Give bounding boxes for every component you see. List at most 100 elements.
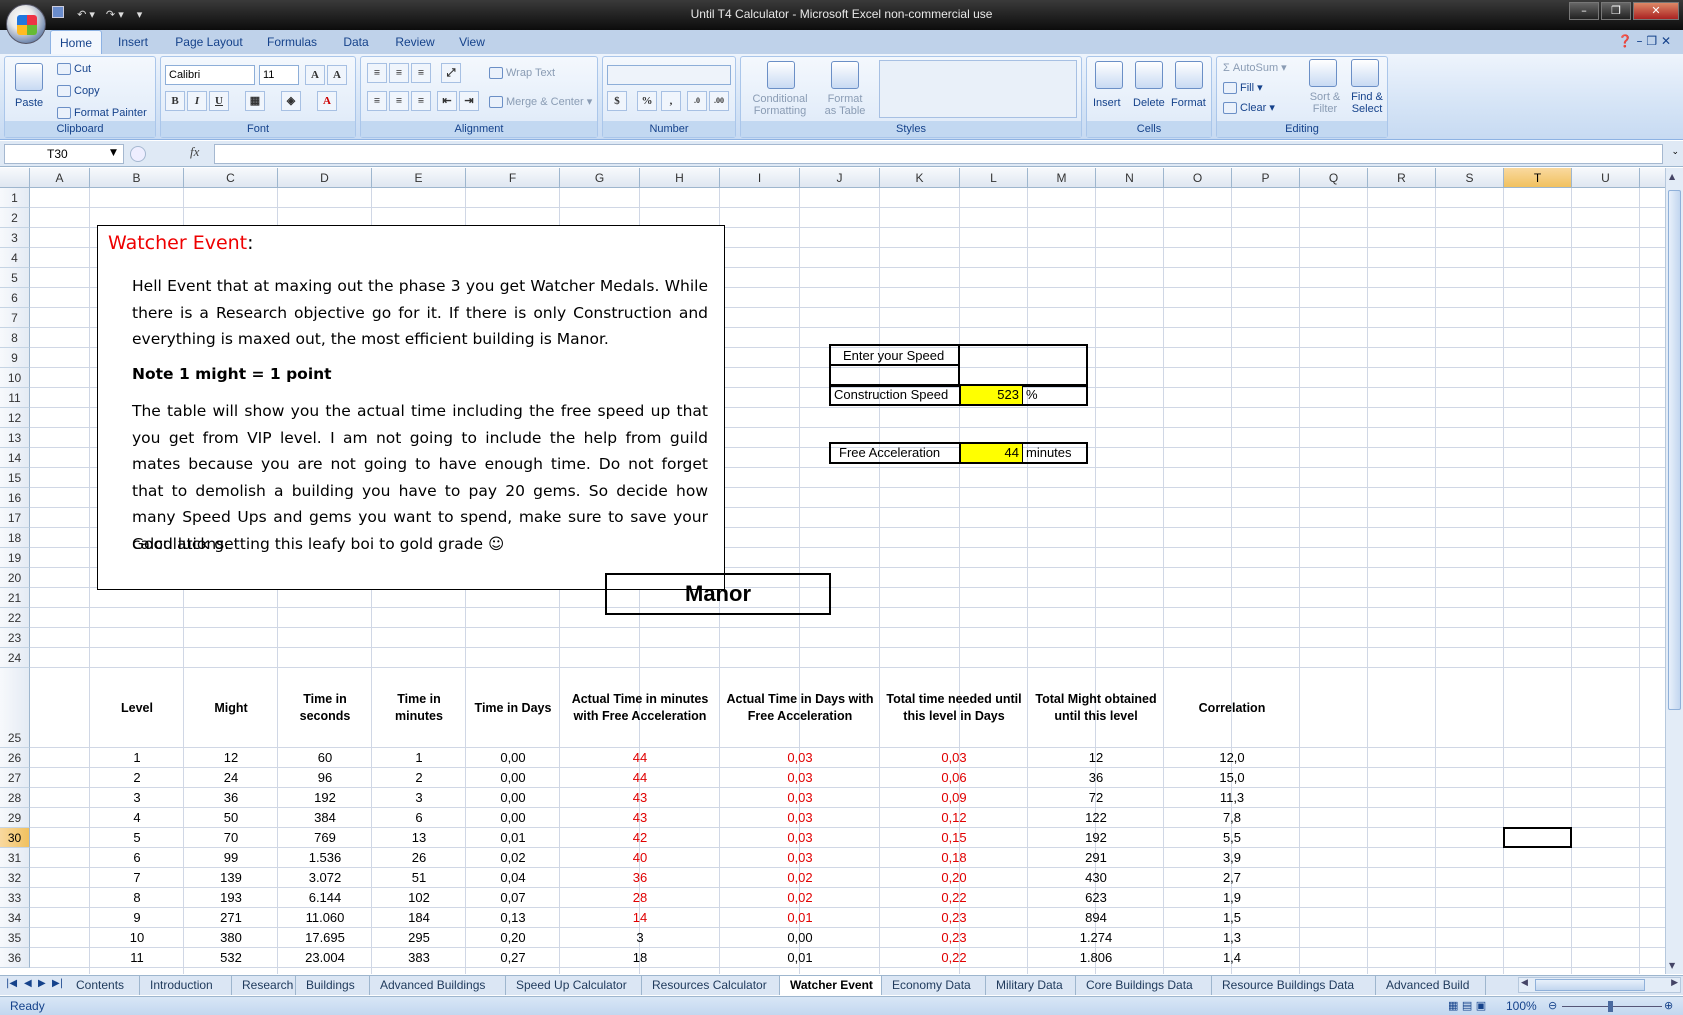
horizontal-scroll-thumb[interactable] (1535, 979, 1645, 991)
scroll-left-icon[interactable]: ◀ (1521, 978, 1528, 988)
fill-button[interactable]: Fill ▾ (1223, 81, 1263, 95)
table-cell[interactable]: 102 (372, 888, 466, 908)
table-cell[interactable]: 50 (184, 808, 278, 828)
paste-button[interactable]: Paste (15, 97, 43, 109)
binoculars-icon[interactable] (1351, 59, 1379, 87)
row-header-21[interactable]: 21 (0, 588, 30, 608)
column-header-n[interactable]: N (1096, 168, 1164, 188)
column-header-b[interactable]: B (90, 168, 184, 188)
table-cell[interactable]: 23.004 (278, 948, 372, 968)
wrap-text-button[interactable]: Wrap Text (489, 67, 555, 80)
row-header-17[interactable]: 17 (0, 508, 30, 528)
table-cell[interactable]: 12,0 (1164, 748, 1300, 768)
table-cell[interactable]: 0,02 (466, 848, 560, 868)
table-cell[interactable]: 271 (184, 908, 278, 928)
next-sheet-icon[interactable]: ▶ (38, 978, 46, 989)
table-cell[interactable]: 11.060 (278, 908, 372, 928)
comma-icon[interactable]: , (661, 91, 681, 111)
insert-cells-button[interactable]: Insert (1093, 97, 1121, 109)
sheet-tab[interactable]: Resource Buildings Data (1212, 976, 1376, 995)
table-cell[interactable]: 8 (90, 888, 184, 908)
align-left-icon[interactable]: ≡ (367, 91, 387, 111)
table-cell[interactable]: 17.695 (278, 928, 372, 948)
redo-icon[interactable]: ↷ ▾ (106, 9, 124, 21)
delete-cells-button[interactable]: Delete (1133, 97, 1165, 109)
row-header-7[interactable]: 7 (0, 308, 30, 328)
table-cell[interactable]: 383 (372, 948, 466, 968)
table-cell[interactable]: 14 (560, 908, 720, 928)
number-format-combo[interactable] (607, 65, 731, 85)
formula-input[interactable] (214, 144, 1663, 164)
table-cell[interactable]: 291 (1028, 848, 1164, 868)
undo-icon[interactable]: ↶ ▾ (77, 9, 95, 21)
table-cell[interactable]: 43 (560, 788, 720, 808)
table-cell[interactable]: 0,02 (720, 888, 880, 908)
borders-icon[interactable]: ▦ (245, 91, 265, 111)
table-cell[interactable]: 3.072 (278, 868, 372, 888)
last-sheet-icon[interactable]: ▶| (52, 978, 63, 989)
align-middle-icon[interactable]: ≡ (389, 63, 409, 83)
fill-color-icon[interactable]: ◈ (281, 91, 301, 111)
sheet-tab[interactable]: Watcher Event (780, 976, 882, 995)
table-cell[interactable]: 1 (372, 748, 466, 768)
row-header-6[interactable]: 6 (0, 288, 30, 308)
table-cell[interactable]: 0,18 (880, 848, 1028, 868)
insert-function-button[interactable]: fx (190, 144, 199, 160)
format-cells-icon[interactable] (1175, 61, 1203, 89)
table-cell[interactable]: 0,03 (720, 828, 880, 848)
row-header-36[interactable]: 36 (0, 948, 30, 968)
table-cell[interactable]: 12 (1028, 748, 1164, 768)
table-cell[interactable]: 0,03 (720, 748, 880, 768)
zoom-in-icon[interactable]: ⊕ (1664, 999, 1673, 1012)
increase-indent-icon[interactable]: ⇥ (459, 91, 479, 111)
table-cell[interactable]: 0,03 (720, 788, 880, 808)
table-cell[interactable]: 1.806 (1028, 948, 1164, 968)
construction-speed-input[interactable]: 523 (959, 386, 1023, 404)
delete-cells-icon[interactable] (1135, 61, 1163, 89)
worksheet[interactable]: ABCDEFGHIJKLMNOPQRSTUVW 1234567891011121… (0, 168, 1665, 974)
table-cell[interactable]: 4 (90, 808, 184, 828)
table-cell[interactable]: 7 (90, 868, 184, 888)
table-cell[interactable]: 1.536 (278, 848, 372, 868)
table-cell[interactable]: 44 (560, 748, 720, 768)
table-cell[interactable]: 44 (560, 768, 720, 788)
table-cell[interactable]: 9 (90, 908, 184, 928)
row-header-27[interactable]: 27 (0, 768, 30, 788)
table-cell[interactable]: 430 (1028, 868, 1164, 888)
zoom-out-icon[interactable]: ⊖ (1548, 999, 1557, 1012)
shrink-font-button[interactable]: A (327, 65, 347, 85)
table-cell[interactable]: 13 (372, 828, 466, 848)
formula-cancel-icon[interactable] (130, 146, 146, 162)
table-cell[interactable]: 11,3 (1164, 788, 1300, 808)
find-select-button[interactable]: Find & Select (1347, 91, 1387, 115)
sheet-tab[interactable]: Speed Up Calculator (506, 976, 642, 995)
table-cell[interactable]: 295 (372, 928, 466, 948)
column-header-j[interactable]: J (800, 168, 880, 188)
row-header-24[interactable]: 24 (0, 648, 30, 668)
format-painter-button[interactable]: Format Painter (57, 107, 147, 120)
table-cell[interactable]: 0,03 (880, 748, 1028, 768)
sheet-tab[interactable]: Advanced Build (1376, 976, 1486, 995)
increase-decimal-icon[interactable]: .0 (687, 91, 707, 111)
table-cell[interactable]: 192 (1028, 828, 1164, 848)
table-cell[interactable]: 1,5 (1164, 908, 1300, 928)
select-all-corner[interactable] (0, 168, 30, 188)
table-cell[interactable]: 0,03 (720, 848, 880, 868)
sheet-tab[interactable]: Economy Data (882, 976, 986, 995)
row-header-20[interactable]: 20 (0, 568, 30, 588)
table-cell[interactable]: 15,0 (1164, 768, 1300, 788)
table-cell[interactable]: 6 (372, 808, 466, 828)
table-cell[interactable]: 0,07 (466, 888, 560, 908)
column-header-l[interactable]: L (960, 168, 1028, 188)
table-cell[interactable]: 10 (90, 928, 184, 948)
row-header-14[interactable]: 14 (0, 448, 30, 468)
table-cell[interactable]: 24 (184, 768, 278, 788)
table-cell[interactable]: 3 (372, 788, 466, 808)
table-cell[interactable]: 1,9 (1164, 888, 1300, 908)
column-header-h[interactable]: H (640, 168, 720, 188)
table-cell[interactable]: 36 (560, 868, 720, 888)
row-header-12[interactable]: 12 (0, 408, 30, 428)
copy-button[interactable]: Copy (57, 85, 100, 98)
column-header-o[interactable]: O (1164, 168, 1232, 188)
table-cell[interactable]: 894 (1028, 908, 1164, 928)
